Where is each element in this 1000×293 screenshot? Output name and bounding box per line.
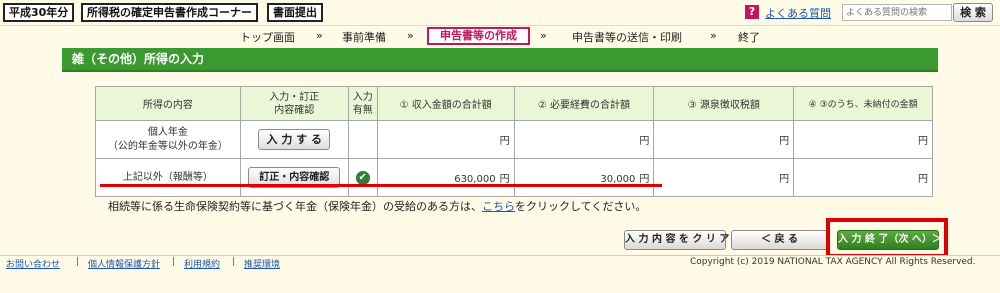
footer-link-environment[interactable]: 推奨環境 [244, 257, 280, 270]
footer-separator: | [76, 257, 80, 267]
search-button[interactable]: 検 索 [953, 3, 993, 22]
step-separator: » [540, 29, 547, 42]
yen-unit: 円 [779, 174, 790, 185]
header-income-total: ① 収入金額の合計額 [376, 86, 515, 121]
step-separator: » [710, 29, 717, 42]
header-withholding: ③ 源泉徴収税額 [653, 86, 795, 121]
note-link[interactable]: こちら [482, 200, 515, 213]
yen-unit: 円 [499, 174, 510, 185]
footer-separator: | [232, 257, 236, 267]
check-icon: ✔ [355, 170, 370, 185]
bottom-area [0, 270, 1000, 293]
footer-separator: | [172, 257, 176, 267]
faq-search-input[interactable] [842, 4, 952, 21]
copyright: Copyright (c) 2019 NATIONAL TAX AGENCY A… [690, 257, 976, 267]
app-title: 所得税の確定申告書作成コーナー [81, 3, 258, 22]
row-income-type: 個人年金 （公的年金等以外の年金） [95, 120, 241, 159]
step-finish: 終了 [738, 31, 760, 44]
progress-steps: トップ画面 » 事前準備 » 申告書等の作成 » 申告書等の送信・印刷 » 終了 [0, 27, 1000, 47]
yen-unit: 円 [499, 136, 510, 147]
step-preparation: 事前準備 [342, 31, 386, 44]
footer-link-contact[interactable]: お問い合わせ [6, 257, 60, 270]
highlight-box [826, 218, 948, 258]
step-separator: » [316, 29, 323, 42]
tax-year-label: 平成30年分 [3, 3, 75, 22]
table-row-other: 上記以外（報酬等） 訂正・内容確認 ✔ 630,000 円 30,000 円 円 円 [95, 158, 933, 197]
step-separator: » [407, 29, 414, 42]
pension-note: 相続等に係る生命保険契約等に基づく年金（保険年金）の受給のある方は、こちらをクリ… [108, 198, 646, 214]
step-send-print: 申告書等の送信・印刷 [572, 31, 682, 44]
header-expense-total: ② 必要経費の合計額 [513, 86, 655, 121]
header-income-type: 所得の内容 [95, 86, 241, 121]
header-entered: 入力 有無 [347, 86, 378, 121]
table-header-row: 所得の内容 入力・訂正 内容確認 入力 有無 ① 収入金額の合計額 ② 必要経費… [95, 86, 933, 121]
income-table: 所得の内容 入力・訂正 内容確認 入力 有無 ① 収入金額の合計額 ② 必要経費… [95, 86, 933, 197]
step-top: トップ画面 [240, 31, 295, 44]
back-button[interactable]: ＜ 戻 る [731, 230, 828, 250]
footer-link-terms[interactable]: 利用規約 [184, 257, 220, 270]
yen-unit: 円 [639, 174, 650, 185]
section-divider [62, 70, 938, 72]
footer-link-privacy[interactable]: 個人情報保護方針 [88, 257, 160, 270]
clear-input-button[interactable]: 入 力 内 容 を ク リ ア [624, 230, 729, 250]
header-unpaid: ④ ③のうち、未納付の金額 [793, 86, 933, 121]
section-title: 雑（その他）所得の入力 [62, 48, 938, 70]
header-input-confirm: 入力・訂正 内容確認 [239, 86, 349, 121]
top-header: 平成30年分 所得税の確定申告書作成コーナー 書面提出 ? よくある質問 検 索 [0, 0, 1000, 26]
row-income-type: 上記以外（報酬等） [95, 158, 241, 197]
note-text-end: をクリックしてください。 [515, 200, 647, 213]
note-text: 相続等に係る生命保険契約等に基づく年金（保険年金）の受給のある方は、 [108, 200, 482, 213]
input-button[interactable]: 入 力 す る [258, 129, 331, 150]
faq-link[interactable]: よくある質問 [765, 5, 831, 21]
yen-unit: 円 [639, 136, 650, 147]
entered-cell [347, 120, 378, 159]
yen-unit: 円 [918, 136, 928, 147]
submit-method-label: 書面提出 [267, 3, 323, 22]
yen-unit: 円 [918, 174, 928, 185]
footer: お問い合わせ | 個人情報保護方針 | 利用規約 | 推奨環境 Copyrigh… [0, 255, 1000, 270]
help-icon: ? [745, 5, 759, 19]
yen-unit: 円 [779, 136, 790, 147]
step-current-create: 申告書等の作成 [427, 27, 530, 45]
table-row-pension: 個人年金 （公的年金等以外の年金） 入 力 す る 円 円 円 円 [95, 120, 933, 159]
highlight-underline [100, 184, 662, 187]
